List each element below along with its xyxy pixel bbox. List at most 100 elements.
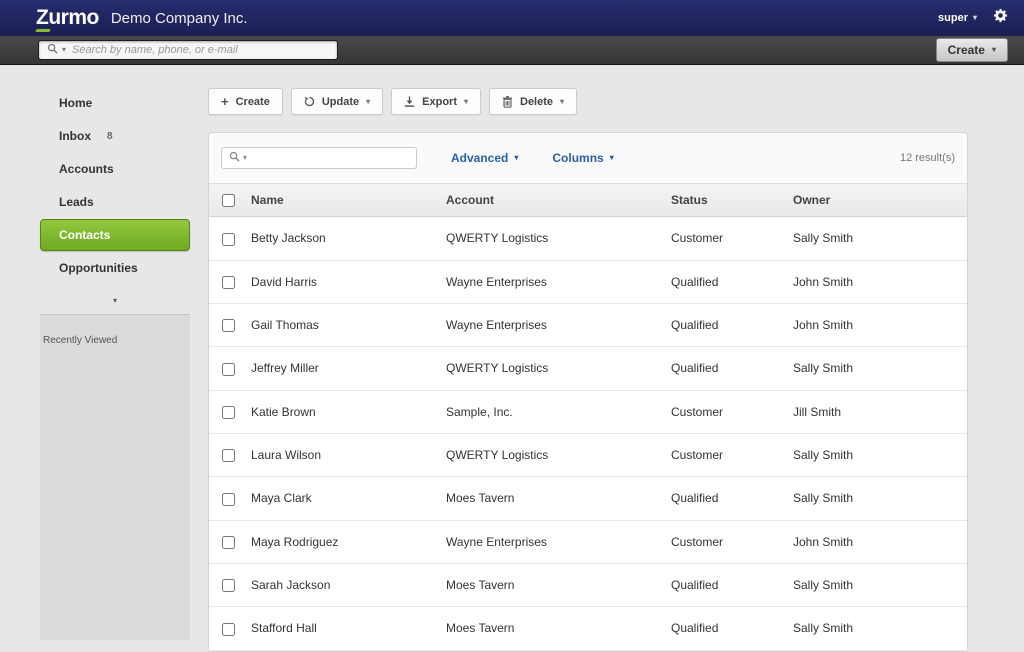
sidebar-item-home[interactable]: Home — [40, 87, 190, 119]
contact-status: Qualified — [661, 347, 783, 390]
contact-name[interactable]: Laura Wilson — [241, 433, 436, 476]
chevron-down-icon: ▾ — [610, 154, 614, 162]
select-all-checkbox[interactable] — [222, 194, 235, 207]
contact-status: Qualified — [661, 563, 783, 606]
user-menu-label: super — [938, 12, 968, 24]
chevron-down-icon: ▾ — [992, 46, 996, 54]
contact-account: QWERTY Logistics — [436, 217, 661, 260]
content-area: + Create Update ▾ Export ▾ — [208, 65, 968, 640]
contact-status: Qualified — [661, 303, 783, 346]
contact-owner: Sally Smith — [783, 217, 967, 260]
contact-account: Moes Tavern — [436, 563, 661, 606]
delete-button-label: Delete — [520, 96, 553, 108]
column-header-owner[interactable]: Owner — [783, 184, 967, 217]
chevron-down-icon: ▾ — [560, 98, 564, 106]
gear-icon[interactable] — [993, 8, 1008, 28]
chevron-down-icon: ▾ — [514, 154, 518, 162]
table-row[interactable]: David Harris Wayne Enterprises Qualified… — [209, 260, 967, 303]
sidebar-item-accounts[interactable]: Accounts — [40, 153, 190, 185]
row-checkbox[interactable] — [222, 276, 235, 289]
export-button[interactable]: Export ▾ — [391, 88, 481, 115]
table-row[interactable]: Katie Brown Sample, Inc. Customer Jill S… — [209, 390, 967, 433]
create-button[interactable]: + Create — [208, 88, 283, 115]
sidebar-item-leads[interactable]: Leads — [40, 186, 190, 218]
zurmo-logo[interactable]: Zurmo — [36, 6, 99, 30]
columns-link[interactable]: Columns ▾ — [552, 151, 613, 165]
contact-account: QWERTY Logistics — [436, 433, 661, 476]
contact-name[interactable]: Sarah Jackson — [241, 563, 436, 606]
contact-name[interactable]: Maya Clark — [241, 477, 436, 520]
sidebar-item-label: Home — [59, 96, 92, 110]
contact-status: Customer — [661, 390, 783, 433]
sidebar-item-opportunities[interactable]: Opportunities — [40, 252, 190, 284]
sidebar-item-inbox[interactable]: Inbox 8 — [40, 120, 190, 152]
table-row[interactable]: Laura Wilson QWERTY Logistics Customer S… — [209, 433, 967, 476]
table-row[interactable]: Gail Thomas Wayne Enterprises Qualified … — [209, 303, 967, 346]
delete-button[interactable]: Delete ▾ — [489, 88, 577, 115]
column-header-name[interactable]: Name — [241, 184, 436, 217]
contact-owner: John Smith — [783, 260, 967, 303]
sidebar-expand-chevron[interactable]: ▾ — [40, 285, 190, 314]
inbox-count-badge: 8 — [107, 131, 113, 142]
contact-name[interactable]: Stafford Hall — [241, 607, 436, 650]
global-search-input[interactable] — [70, 43, 329, 57]
update-button[interactable]: Update ▾ — [291, 88, 383, 115]
contact-status: Qualified — [661, 477, 783, 520]
contact-name[interactable]: Betty Jackson — [241, 217, 436, 260]
row-checkbox[interactable] — [222, 363, 235, 376]
sidebar-item-label: Inbox — [59, 129, 91, 143]
recently-viewed-panel: Recently Viewed — [40, 314, 190, 640]
create-top-button[interactable]: Create ▾ — [936, 38, 1008, 62]
table-row[interactable]: Betty Jackson QWERTY Logistics Customer … — [209, 217, 967, 260]
top-navy-bar: Zurmo Demo Company Inc. super ▾ — [0, 0, 1024, 36]
table-row[interactable]: Jeffrey Miller QWERTY Logistics Qualifie… — [209, 347, 967, 390]
contacts-table: Name Account Status Owner Betty Jackson … — [209, 183, 967, 651]
table-row[interactable]: Maya Clark Moes Tavern Qualified Sally S… — [209, 477, 967, 520]
chevron-down-icon: ▾ — [973, 14, 977, 22]
global-search-box[interactable]: ▾ — [38, 40, 338, 60]
chevron-down-icon[interactable]: ▾ — [62, 46, 66, 54]
sidebar-item-label: Accounts — [59, 162, 114, 176]
table-row[interactable]: Stafford Hall Moes Tavern Qualified Sall… — [209, 607, 967, 650]
contact-status: Customer — [661, 433, 783, 476]
contact-owner: John Smith — [783, 520, 967, 563]
contact-name[interactable]: Maya Rodriguez — [241, 520, 436, 563]
row-checkbox[interactable] — [222, 406, 235, 419]
row-checkbox[interactable] — [222, 579, 235, 592]
contact-account: Wayne Enterprises — [436, 260, 661, 303]
list-search-input[interactable] — [250, 151, 409, 165]
contact-owner: Sally Smith — [783, 563, 967, 606]
row-checkbox[interactable] — [222, 449, 235, 462]
chevron-down-icon: ▾ — [464, 98, 468, 106]
sidebar-item-label: Leads — [59, 195, 94, 209]
action-toolbar: + Create Update ▾ Export ▾ — [208, 88, 968, 115]
download-icon — [404, 96, 415, 107]
contact-owner: Sally Smith — [783, 607, 967, 650]
plus-icon: + — [221, 95, 229, 108]
table-header-row: Name Account Status Owner — [209, 184, 967, 217]
sidebar: Home Inbox 8 Accounts Leads Contacts Opp… — [40, 65, 190, 640]
row-checkbox[interactable] — [222, 233, 235, 246]
advanced-search-link[interactable]: Advanced ▾ — [451, 151, 518, 165]
contact-account: Moes Tavern — [436, 477, 661, 520]
contact-name[interactable]: Jeffrey Miller — [241, 347, 436, 390]
row-checkbox[interactable] — [222, 493, 235, 506]
column-header-account[interactable]: Account — [436, 184, 661, 217]
list-search-box[interactable]: ▾ — [221, 147, 417, 169]
contact-name[interactable]: Katie Brown — [241, 390, 436, 433]
row-checkbox[interactable] — [222, 536, 235, 549]
brand-green-accent — [35, 29, 50, 32]
user-menu[interactable]: super ▾ — [938, 12, 977, 24]
contact-name[interactable]: David Harris — [241, 260, 436, 303]
row-checkbox[interactable] — [222, 319, 235, 332]
sidebar-item-contacts[interactable]: Contacts — [40, 219, 190, 251]
contact-owner: Sally Smith — [783, 477, 967, 520]
column-header-status[interactable]: Status — [661, 184, 783, 217]
contact-name[interactable]: Gail Thomas — [241, 303, 436, 346]
chevron-down-icon[interactable]: ▾ — [243, 154, 247, 162]
contact-account: QWERTY Logistics — [436, 347, 661, 390]
row-checkbox[interactable] — [222, 623, 235, 636]
global-search-bar: ▾ Create ▾ — [0, 36, 1024, 65]
table-row[interactable]: Sarah Jackson Moes Tavern Qualified Sall… — [209, 563, 967, 606]
table-row[interactable]: Maya Rodriguez Wayne Enterprises Custome… — [209, 520, 967, 563]
